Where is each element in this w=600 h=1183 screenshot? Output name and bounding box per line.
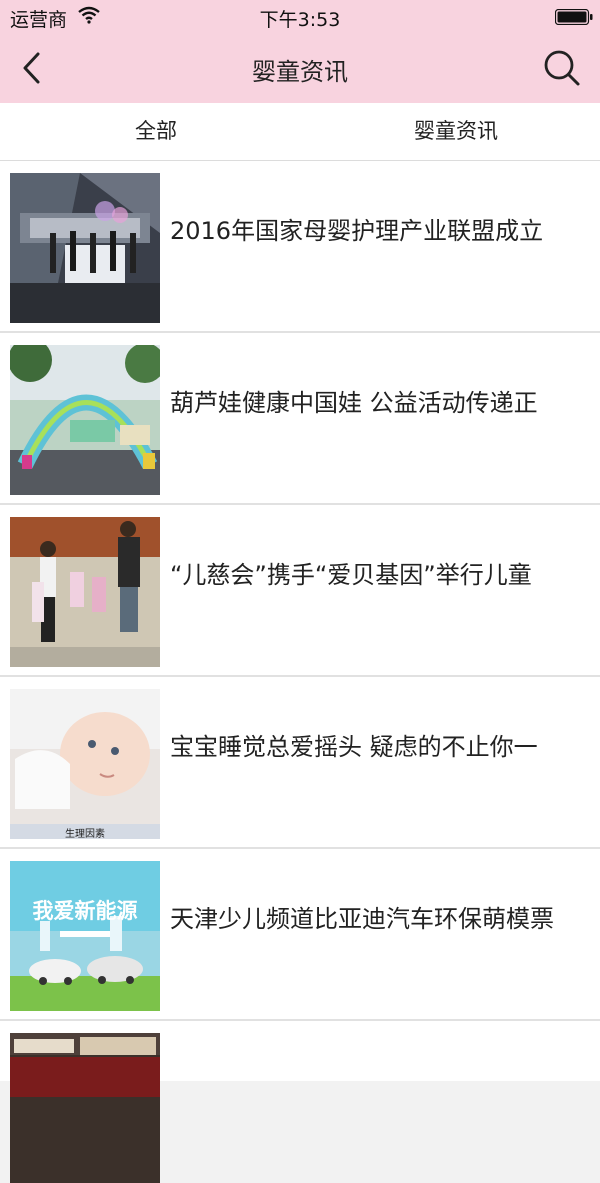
tab-infant-news[interactable]: 婴童资讯 [405, 103, 507, 160]
search-button[interactable] [542, 48, 582, 88]
battery-icon [554, 8, 593, 26]
tab-all[interactable]: 全部 [120, 103, 192, 160]
list-item[interactable]: 2016年国家母婴护理产业联盟成立 [0, 161, 600, 333]
app-header: 运营商 下午3:53 婴童资讯 [0, 0, 600, 103]
article-list: 2016年国家母婴护理产业联盟成立 葫芦娃健康中国娃 公益活动传递正 “儿慈会”… [0, 161, 600, 1183]
article-title: 宝宝睡觉总爱摇头 疑虑的不止你一 [170, 733, 538, 761]
thumbnail-caption: 生理因素 [65, 829, 105, 839]
list-item[interactable]: 生理因素 宝宝睡觉总爱摇头 疑虑的不止你一 [0, 677, 600, 849]
article-thumbnail [10, 345, 160, 495]
article-title: 2016年国家母婴护理产业联盟成立 [170, 217, 544, 245]
page-title: 婴童资讯 [252, 58, 348, 86]
article-thumbnail: 我爱新能源 [10, 861, 160, 1011]
thumbnail-caption: 我爱新能源 [32, 899, 138, 923]
search-icon [542, 50, 582, 92]
list-item[interactable]: 葫芦娃健康中国娃 公益活动传递正 [0, 333, 600, 505]
article-title: 葫芦娃健康中国娃 公益活动传递正 [170, 389, 538, 417]
article-thumbnail: 生理因素 [10, 689, 160, 839]
list-item[interactable] [0, 1021, 600, 1183]
status-bar: 运营商 下午3:53 [0, 0, 600, 34]
article-thumbnail [10, 173, 160, 323]
navigation-bar: 婴童资讯 [0, 34, 600, 103]
article-thumbnail [10, 517, 160, 667]
article-title: “儿慈会”携手“爱贝基因”举行儿童 [170, 561, 532, 589]
status-time: 下午3:53 [259, 9, 341, 31]
list-item[interactable]: 我爱新能源 天津少儿频道比亚迪汽车环保萌模票 [0, 849, 600, 1021]
category-tabs: 全部 婴童资讯 [0, 103, 600, 161]
article-title: 天津少儿频道比亚迪汽车环保萌模票 [170, 905, 554, 933]
article-thumbnail [10, 1033, 160, 1183]
list-item[interactable]: “儿慈会”携手“爱贝基因”举行儿童 [0, 505, 600, 677]
